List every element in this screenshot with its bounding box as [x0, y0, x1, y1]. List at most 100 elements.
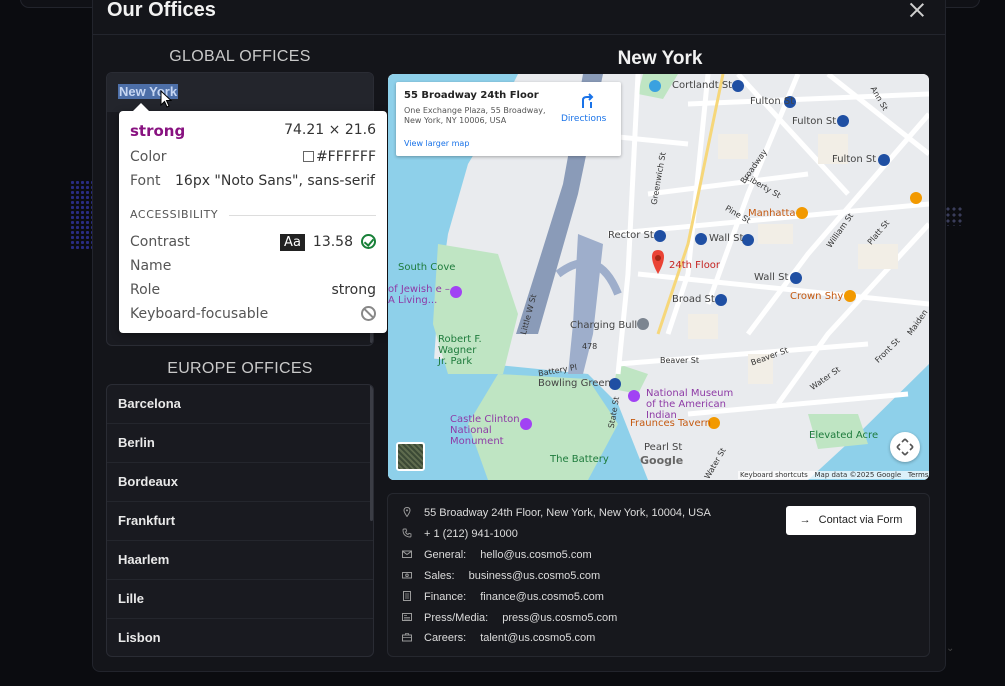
sales-email[interactable]: business@us.cosmo5.com — [469, 570, 601, 582]
address-text: 55 Broadway 24th Floor, New York, New Yo… — [424, 507, 711, 519]
office-item[interactable]: Berlin — [107, 424, 373, 463]
office-item[interactable]: Haarlem — [107, 541, 373, 580]
phone-text[interactable]: + 1 (212) 941-1000 — [424, 528, 518, 540]
city-title: New York — [617, 48, 703, 69]
satellite-toggle[interactable] — [396, 442, 425, 471]
map-card-address: One Exchange Plaza, 55 Broadway, New Yor… — [404, 106, 546, 125]
contact-button-label: Contact via Form — [818, 514, 903, 526]
fullscreen-icon[interactable] — [890, 432, 920, 462]
divider — [229, 215, 376, 216]
careers-email-row: Careers: talent@us.cosmo5.com — [402, 632, 595, 644]
scrollbar[interactable] — [370, 385, 373, 521]
careers-email[interactable]: talent@us.cosmo5.com — [480, 632, 595, 644]
sales-label: Sales: — [424, 570, 455, 582]
general-email[interactable]: hello@us.cosmo5.com — [480, 549, 591, 561]
careers-label: Careers: — [424, 632, 467, 644]
contact-via-form-button[interactable]: → Contact via Form — [786, 506, 916, 535]
office-label: Frankfurt — [118, 513, 176, 528]
decorative-dots — [70, 180, 94, 250]
office-item[interactable]: Frankfurt — [107, 502, 373, 541]
office-label: Haarlem — [118, 552, 170, 567]
tooltip-size: 74.21 × 21.6 — [284, 122, 376, 138]
office-item[interactable]: Barcelona — [107, 385, 373, 424]
tooltip-contrast-label: Contrast — [130, 234, 190, 250]
map-label: Wall St — [754, 272, 789, 283]
tooltip-font-row: Font 16px "Noto Sans", sans-serif — [130, 173, 376, 189]
map-footer: Keyboard shortcuts Map data ©2025 Google… — [738, 471, 929, 479]
tooltip-keyboard-label: Keyboard-focusable — [130, 306, 269, 322]
map-label: Crown Shy — [790, 291, 844, 302]
map-card-title: 55 Broadway 24th Floor — [404, 90, 539, 101]
office-item[interactable]: Lille — [107, 580, 373, 619]
arrow-right-icon: → — [799, 514, 811, 526]
finance-email-row: Finance: finance@us.cosmo5.com — [402, 591, 604, 603]
map-label: Fraunces Tavern — [630, 418, 711, 429]
map-label: Robert F. Wagner Jr. Park — [438, 334, 482, 367]
map-label: Cortlandt St — [672, 80, 733, 91]
map-label: Beaver St — [660, 356, 700, 365]
directions-link[interactable]: Directions — [561, 114, 606, 124]
tooltip-role-label: Role — [130, 282, 161, 298]
phone-row: + 1 (212) 941-1000 — [402, 528, 518, 540]
map-data-text: Map data ©2025 Google — [814, 471, 902, 479]
directions-icon[interactable] — [578, 92, 596, 110]
general-email-row: General: hello@us.cosmo5.com — [402, 549, 592, 561]
tooltip-color-row: Color #FFFFFF — [130, 149, 376, 165]
map-label: The Battery — [550, 454, 609, 465]
map-label: Rector St — [608, 230, 654, 241]
tooltip-name-row: Name — [130, 258, 376, 274]
tooltip-name-label: Name — [130, 258, 172, 274]
office-item[interactable]: Lisbon — [107, 619, 373, 656]
address-row: 55 Broadway 24th Floor, New York, New Yo… — [402, 507, 711, 519]
modal-title: Our Offices — [107, 0, 216, 21]
map-label: Manhatta — [748, 208, 796, 219]
newspaper-icon — [402, 613, 412, 621]
europe-offices-list: Barcelona Berlin Bordeaux Frankfurt Haar… — [106, 384, 374, 657]
map-label: Fulton St — [832, 154, 877, 165]
office-label: Barcelona — [118, 396, 181, 411]
office-label: Lisbon — [118, 630, 161, 645]
map-pin-label: 24th Floor — [669, 260, 721, 271]
finance-email[interactable]: finance@us.cosmo5.com — [480, 591, 604, 603]
money-icon — [402, 572, 412, 579]
tooltip-contrast-row: Contrast Aa 13.58 — [130, 234, 376, 251]
not-allowed-icon — [361, 306, 376, 321]
tooltip-role-row: Role strong — [130, 282, 376, 298]
inspector-tooltip: strong 74.21 × 21.6 Color #FFFFFF Font 1… — [119, 103, 387, 333]
modal-header: Our Offices — [93, 0, 945, 35]
phone-icon — [402, 528, 412, 538]
general-label: General: — [424, 549, 467, 561]
terms-link[interactable]: Terms — [908, 471, 929, 479]
map-label: Wall St — [709, 233, 744, 244]
tooltip-color-value: #FFFFFF — [315, 149, 376, 165]
press-email[interactable]: press@us.cosmo5.com — [502, 612, 617, 624]
decorative-dots-right — [945, 206, 963, 226]
map-embed[interactable]: Cortlandt St Fulton St Fulton St Fulton … — [388, 74, 929, 480]
tooltip-role-value: strong — [331, 282, 376, 298]
map-label: Fulton St — [792, 116, 837, 127]
office-label: Berlin — [118, 435, 155, 450]
map-label: Castle Clinton National Monument — [450, 414, 520, 447]
tooltip-font-label: Font — [130, 173, 161, 189]
map-label: Broad St — [672, 294, 715, 305]
map-label: Elevated Acre — [809, 430, 879, 441]
tooltip-font-value: 16px "Noto Sans", sans-serif — [175, 173, 375, 189]
tooltip-tag: strong — [130, 122, 186, 140]
map-label: Charging Bull — [570, 320, 638, 331]
map-label: South Cove — [398, 262, 456, 273]
tooltip-header: strong 74.21 × 21.6 — [130, 122, 376, 140]
global-offices-heading: GLOBAL OFFICES — [169, 48, 311, 65]
office-item[interactable]: Bordeaux — [107, 463, 373, 502]
keyboard-shortcuts-link[interactable]: Keyboard shortcuts — [740, 471, 808, 479]
mail-icon — [402, 550, 412, 558]
press-label: Press/Media: — [424, 612, 489, 624]
mouse-cursor-icon — [160, 90, 172, 108]
briefcase-icon — [402, 633, 412, 642]
map-info-card: 55 Broadway 24th Floor One Exchange Plaz… — [396, 82, 621, 156]
tooltip-keyboard-row: Keyboard-focusable — [130, 306, 376, 322]
map-label: 478 — [582, 342, 598, 351]
office-label: Bordeaux — [118, 474, 178, 489]
location-pin-icon — [403, 507, 411, 517]
view-larger-map-link[interactable]: View larger map — [404, 139, 469, 148]
close-icon[interactable] — [906, 0, 928, 21]
